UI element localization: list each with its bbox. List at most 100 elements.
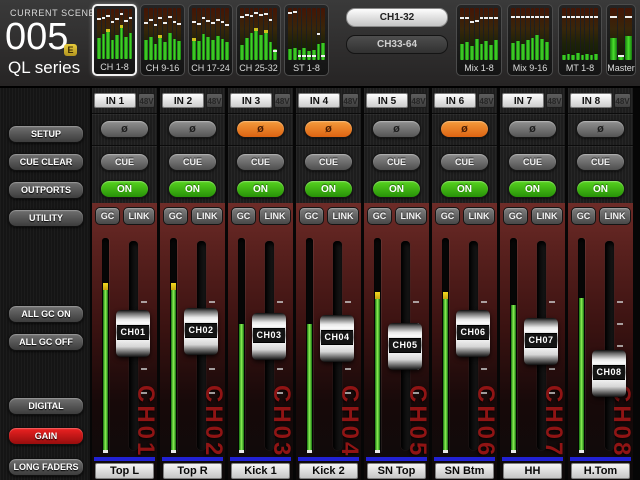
gain-compensation-button[interactable]: GC xyxy=(231,207,256,225)
channel-name-button[interactable]: SN Top xyxy=(367,463,426,479)
cue-button[interactable]: CUE xyxy=(576,153,625,171)
meter-bar xyxy=(312,8,316,60)
level-meter xyxy=(102,238,109,453)
link-button[interactable]: LINK xyxy=(191,207,223,225)
phase-button[interactable]: ø xyxy=(304,120,353,138)
all-gc-off-button[interactable]: ALL GC OFF xyxy=(8,333,84,351)
link-button[interactable]: LINK xyxy=(327,207,359,225)
input-patch-button[interactable]: IN 4 xyxy=(298,93,340,108)
fader-cap[interactable]: CH05 xyxy=(388,323,422,370)
link-button[interactable]: LINK xyxy=(123,207,155,225)
cue-button[interactable]: CUE xyxy=(304,153,353,171)
phantom-48v-button[interactable]: 48V xyxy=(274,93,291,108)
fader-cap[interactable]: CH07 xyxy=(524,318,558,365)
all-gc-on-button[interactable]: ALL GC ON xyxy=(8,305,84,323)
fader-cap[interactable]: CH08 xyxy=(592,350,626,397)
phantom-48v-button[interactable]: 48V xyxy=(206,93,223,108)
phantom-48v-button[interactable]: 48V xyxy=(546,93,563,108)
left-sidebar: SETUP CUE CLEAR OUTPORTS UTILITY ALL GC … xyxy=(0,86,90,480)
input-patch-button[interactable]: IN 8 xyxy=(570,93,612,108)
link-button[interactable]: LINK xyxy=(599,207,631,225)
meter-block-ch-9-16[interactable]: CH 9-16 xyxy=(140,4,185,76)
phase-button[interactable]: ø xyxy=(100,120,149,138)
on-button[interactable]: ON xyxy=(236,180,285,198)
cue-button[interactable]: CUE xyxy=(508,153,557,171)
input-patch-button[interactable]: IN 2 xyxy=(162,93,204,108)
phantom-48v-button[interactable]: 48V xyxy=(138,93,155,108)
link-button[interactable]: LINK xyxy=(395,207,427,225)
phantom-48v-button[interactable]: 48V xyxy=(478,93,495,108)
link-button[interactable]: LINK xyxy=(259,207,291,225)
cue-button[interactable]: CUE xyxy=(168,153,217,171)
utility-button[interactable]: UTILITY xyxy=(8,209,84,227)
long-faders-button[interactable]: LONG FADERS xyxy=(8,458,84,476)
meter-block-st-1-8[interactable]: ST 1-8 xyxy=(284,4,329,76)
fader-cap[interactable]: CH06 xyxy=(456,310,490,357)
on-button[interactable]: ON xyxy=(100,180,149,198)
phantom-48v-button[interactable]: 48V xyxy=(342,93,359,108)
setup-button[interactable]: SETUP xyxy=(8,125,84,143)
channel-name-button[interactable]: HH xyxy=(503,463,562,479)
link-button[interactable]: LINK xyxy=(531,207,563,225)
phase-button[interactable]: ø xyxy=(168,120,217,138)
phase-button[interactable]: ø xyxy=(372,120,421,138)
channel-name-button[interactable]: Kick 1 xyxy=(231,463,290,479)
phase-button[interactable]: ø xyxy=(236,120,285,138)
fader-cap[interactable]: CH01 xyxy=(116,310,150,357)
meter-block-mix-9-16[interactable]: Mix 9-16 xyxy=(507,4,553,76)
cue-button[interactable]: CUE xyxy=(100,153,149,171)
phase-button[interactable]: ø xyxy=(440,120,489,138)
on-button[interactable]: ON xyxy=(576,180,625,198)
bank-ch1-32-button[interactable]: CH1-32 xyxy=(346,8,448,27)
cue-button[interactable]: CUE xyxy=(440,153,489,171)
input-patch-button[interactable]: IN 1 xyxy=(94,93,136,108)
gain-compensation-button[interactable]: GC xyxy=(299,207,324,225)
fader-track[interactable] xyxy=(605,241,614,450)
meter-block-ch-17-24[interactable]: CH 17-24 xyxy=(188,4,233,76)
on-button[interactable]: ON xyxy=(372,180,421,198)
gain-button[interactable]: GAIN xyxy=(8,427,84,445)
phase-button[interactable]: ø xyxy=(576,120,625,138)
input-patch-button[interactable]: IN 5 xyxy=(366,93,408,108)
scene-number[interactable]: 005 xyxy=(5,18,68,56)
meter-block-mix-1-8[interactable]: Mix 1-8 xyxy=(456,4,502,76)
gain-compensation-button[interactable]: GC xyxy=(503,207,528,225)
channel-name-button[interactable]: H.Tom xyxy=(571,463,630,479)
meter-bar xyxy=(273,8,277,60)
meter-block-ch-25-32[interactable]: CH 25-32 xyxy=(236,4,281,76)
fader-cap[interactable]: CH04 xyxy=(320,315,354,362)
channel-name-button[interactable]: Top R xyxy=(163,463,222,479)
gain-compensation-button[interactable]: GC xyxy=(367,207,392,225)
cue-button[interactable]: CUE xyxy=(372,153,421,171)
meter-bars xyxy=(192,8,229,60)
input-patch-button[interactable]: IN 6 xyxy=(434,93,476,108)
fader-cap[interactable]: CH02 xyxy=(184,308,218,355)
input-patch-button[interactable]: IN 3 xyxy=(230,93,272,108)
fader-cap[interactable]: CH03 xyxy=(252,313,286,360)
outports-button[interactable]: OUTPORTS xyxy=(8,181,84,199)
phantom-48v-button[interactable]: 48V xyxy=(614,93,631,108)
phantom-48v-button[interactable]: 48V xyxy=(410,93,427,108)
channel-name-button[interactable]: Kick 2 xyxy=(299,463,358,479)
gain-compensation-button[interactable]: GC xyxy=(435,207,460,225)
channel-name-button[interactable]: SN Btm xyxy=(435,463,494,479)
phase-button[interactable]: ø xyxy=(508,120,557,138)
bank-ch33-64-button[interactable]: CH33-64 xyxy=(346,35,448,54)
cue-clear-button[interactable]: CUE CLEAR xyxy=(8,153,84,171)
meter-bar xyxy=(590,8,594,60)
gain-compensation-button[interactable]: GC xyxy=(163,207,188,225)
cue-button[interactable]: CUE xyxy=(236,153,285,171)
link-button[interactable]: LINK xyxy=(463,207,495,225)
digital-button[interactable]: DIGITAL xyxy=(8,397,84,415)
meter-block-mt-1-8[interactable]: MT 1-8 xyxy=(558,4,602,76)
meter-block-ch-1-8[interactable]: CH 1-8 xyxy=(92,4,137,76)
channel-name-button[interactable]: Top L xyxy=(95,463,154,479)
gain-compensation-button[interactable]: GC xyxy=(95,207,120,225)
on-button[interactable]: ON xyxy=(168,180,217,198)
input-patch-button[interactable]: IN 7 xyxy=(502,93,544,108)
on-button[interactable]: ON xyxy=(508,180,557,198)
on-button[interactable]: ON xyxy=(440,180,489,198)
gain-compensation-button[interactable]: GC xyxy=(571,207,596,225)
on-button[interactable]: ON xyxy=(304,180,353,198)
meter-block-master[interactable]: Master xyxy=(606,4,636,76)
